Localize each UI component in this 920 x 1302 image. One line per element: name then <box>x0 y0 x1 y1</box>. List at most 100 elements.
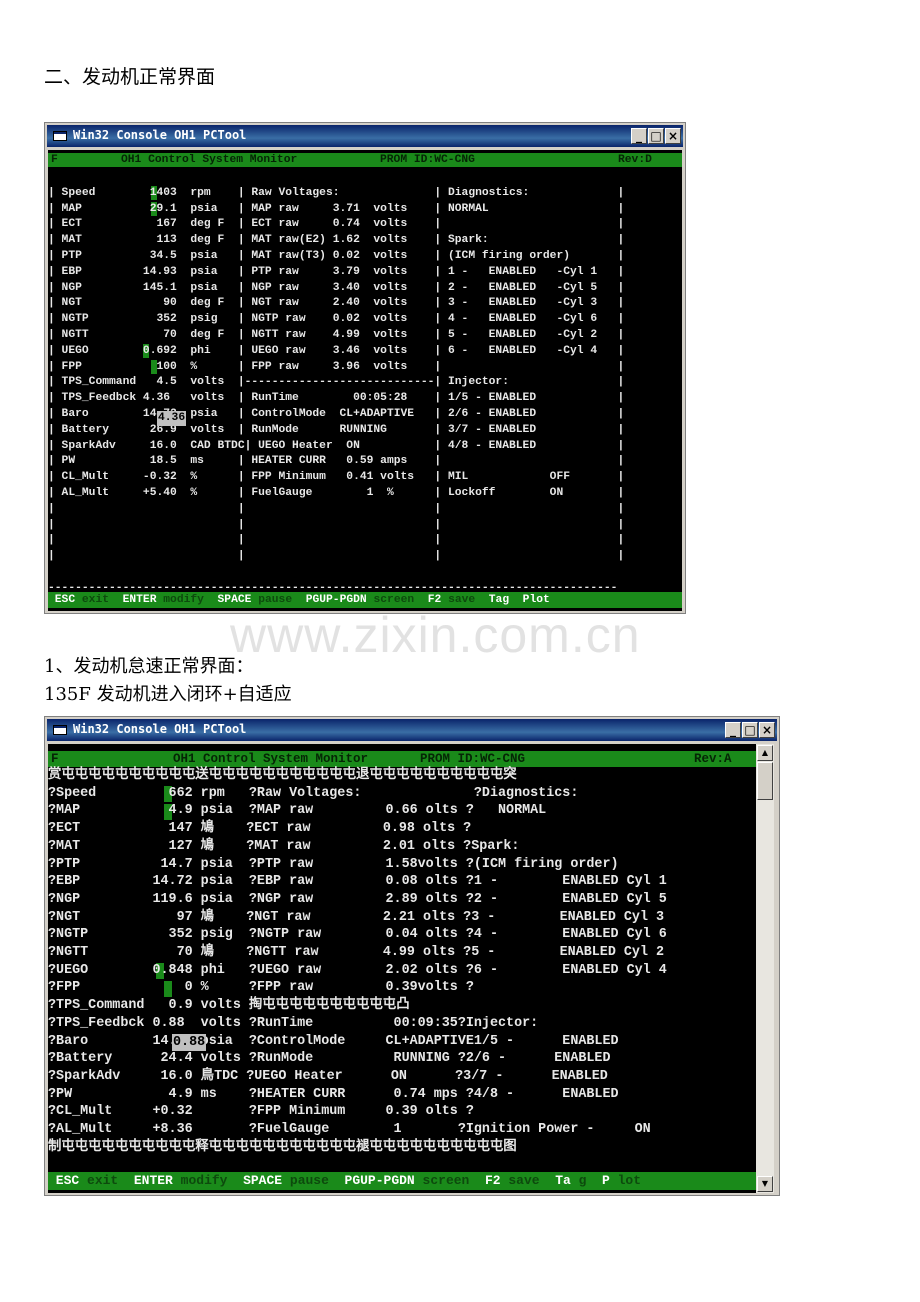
terminal-line: | ECT 167 deg F | ECT raw 0.74 volts | | <box>48 218 625 231</box>
function-key-description: exit <box>79 1173 119 1188</box>
console-app-icon <box>53 131 67 141</box>
terminal-line: ?CL_Mult +0.32 ?FPP Minimum 0.39 olts ? <box>48 1104 474 1120</box>
terminal-line: ?MAT 127 鳩 ?MAT raw 2.01 olts ?Spark: <box>48 838 520 854</box>
header-status-bar: F OH1 Control System Monitor PROM ID:WC-… <box>48 751 756 767</box>
terminal-line: 制屯屯屯屯屯屯屯屯屯屯释屯屯屯屯屯屯屯屯屯屯屯褪屯屯屯屯屯屯屯屯屯屯图 <box>48 1139 517 1155</box>
terminal-line: ?NGP 119.6 psia ?NGP raw 2.89 olts ?2 - … <box>48 891 667 907</box>
terminal-line: ?Battery 24.4 volts ?RunMode RUNNING ?2/… <box>48 1051 611 1067</box>
header-system-name: OH1 Control System Monitor <box>173 752 369 766</box>
function-key-description: lot <box>609 1173 642 1188</box>
terminal-line: | MAT 113 deg F | MAT raw(E2) 1.62 volts… <box>48 234 625 247</box>
terminal-line: | | | | <box>48 534 625 547</box>
function-key-label[interactable]: Plot <box>523 594 550 606</box>
terminal-line: ?AL_Mult +8.36 ?FuelGauge 1 ?Ignition Po… <box>48 1122 651 1138</box>
window-titlebar[interactable]: Win32 Console OH1 PCTool _ □ × <box>47 719 777 741</box>
scroll-up-button[interactable]: ▲ <box>757 745 773 761</box>
terminal-line: | NGTP 352 psig | NGTP raw 0.02 volts | … <box>48 313 625 326</box>
terminal-line: ?PW 4.9 ms ?HEATER CURR 0.74 mps ?4/8 - … <box>48 1086 619 1102</box>
terminal-line: ?EBP 14.72 psia ?EBP raw 0.08 olts ?1 - … <box>48 874 667 890</box>
terminal-line: | NGTT 70 deg F | NGTT raw 4.99 volts | … <box>48 328 625 341</box>
function-key-description: save <box>500 1173 540 1188</box>
tps-feedback-value-field[interactable]: 4.36 <box>157 411 187 426</box>
function-key-description: g <box>570 1173 587 1188</box>
terminal-line: ?NGTP 352 psig ?NGTP raw 0.04 olts ?4 - … <box>48 927 667 943</box>
terminal-line: ?MAP 4.9 psia ?MAP raw 0.66 olts ? NORMA… <box>48 803 547 819</box>
vertical-scrollbar[interactable]: ▲ ▼ <box>756 744 774 1193</box>
terminal-line: ?TPS_Feedbck 0.88 volts ?RunTime 00:09:3… <box>48 1015 539 1031</box>
terminal-line: | NGP 145.1 psia | NGP raw 3.40 volts | … <box>48 281 625 294</box>
window-titlebar[interactable]: Win32 Console OH1 PCTool _ □ × <box>47 125 683 147</box>
terminal-line: | PTP 34.5 psia | MAT raw(T3) 0.02 volts… <box>48 249 625 262</box>
scroll-thumb[interactable] <box>757 762 773 800</box>
header-revision: Rev:A <box>694 752 732 766</box>
terminal-line: | SparkAdv 16.0 CAD BTDC| UEGO Heater ON… <box>48 439 625 452</box>
terminal-line: | | | | <box>48 518 625 531</box>
window-title: Win32 Console OH1 PCTool <box>73 128 247 142</box>
header-prom-id: PROM ID:WC-CNG <box>380 154 475 166</box>
section-heading-idle-interface: 1、发动机怠速正常界面： <box>44 656 254 677</box>
function-key-description: exit <box>75 594 110 606</box>
maximize-button[interactable]: □ <box>648 128 664 144</box>
function-key-description: screen <box>414 1173 470 1188</box>
header-revision: Rev:D <box>618 154 652 166</box>
terminal-line: ?FPP 0 % ?FPP raw 0.39volts ? <box>48 980 474 996</box>
terminal-line: ?Speed 662 rpm ?Raw Voltages: ?Diagnosti… <box>48 785 579 801</box>
terminal-line: ?NGT 97 鳩 ?NGT raw 2.21 olts ?3 - ENABLE… <box>48 909 665 925</box>
minimize-button[interactable]: _ <box>631 128 647 144</box>
function-key-label[interactable]: Ta <box>555 1173 571 1188</box>
terminal-line: | MAP 29.1 psia | MAP raw 3.71 volts | N… <box>48 202 625 215</box>
terminal-line: | CL_Mult -0.32 % | FPP Minimum 0.41 vol… <box>48 471 625 484</box>
terminal-line: 赏屯屯屯屯屯屯屯屯屯屯送屯屯屯屯屯屯屯屯屯屯屯退屯屯屯屯屯屯屯屯屯屯突 <box>48 768 517 783</box>
close-button[interactable]: × <box>665 128 681 144</box>
close-button[interactable]: × <box>759 722 775 738</box>
function-key-label[interactable]: F2 <box>428 594 442 606</box>
console-app-icon <box>53 725 67 735</box>
function-key-label[interactable]: ESC <box>48 594 75 606</box>
maximize-button[interactable]: □ <box>742 722 758 738</box>
terminal-line: | FPP 100 % | FPP raw 3.96 volts | | <box>48 360 625 373</box>
function-key-label[interactable]: SPACE <box>243 1173 282 1188</box>
function-key-label[interactable]: P <box>602 1173 610 1188</box>
header-f-label: F <box>51 752 59 766</box>
header-status-bar: F OH1 Control System Monitor PROM ID:WC-… <box>48 153 682 167</box>
section-subheading-closed-loop: 135F 发动机进入闭环+自适应 <box>44 684 292 705</box>
function-key-label[interactable]: PGUP-PGDN <box>345 1173 415 1188</box>
header-f-label: F <box>51 154 58 166</box>
function-key-description: modify <box>172 1173 228 1188</box>
console-screen[interactable]: F OH1 Control System Monitor PROM ID:WC-… <box>48 150 682 611</box>
function-key-bar: ESC exit ENTER modify SPACE pause PGUP-P… <box>48 1172 756 1190</box>
terminal-line: ?ECT 147 鳩 ?ECT raw 0.98 olts ? <box>48 821 472 837</box>
terminal-line: ?Baro 14.72 psia ?ControlMode CL+ADAPTIV… <box>48 1033 619 1049</box>
terminal-line: | TPS_Command 4.5 volts |---------------… <box>48 376 625 389</box>
scroll-down-button[interactable]: ▼ <box>757 1176 773 1192</box>
function-key-label[interactable]: ENTER <box>123 594 157 606</box>
function-key-label[interactable]: SPACE <box>218 594 252 606</box>
section-heading-normal-interface: 二、发动机正常界面 <box>44 66 216 88</box>
function-key-label[interactable]: ENTER <box>134 1173 173 1188</box>
watermark-text: www.zixin.com.cn <box>230 607 641 663</box>
console-window-2: Win32 Console OH1 PCTool _ □ × F OH1 Con… <box>44 716 780 1196</box>
function-key-bar: ESC exit ENTER modify SPACE pause PGUP-P… <box>48 592 682 608</box>
function-key-label[interactable]: F2 <box>485 1173 501 1188</box>
monitor-readout: 赏屯屯屯屯屯屯屯屯屯屯送屯屯屯屯屯屯屯屯屯屯屯退屯屯屯屯屯屯屯屯屯屯突 ?Spee… <box>48 767 756 1156</box>
terminal-line: ?NGTT 70 鳩 ?NGTT raw 4.99 olts ?5 - ENAB… <box>48 945 665 961</box>
function-key-label[interactable]: PGUP-PGDN <box>306 594 367 606</box>
function-key-label[interactable]: Tag <box>489 594 509 606</box>
terminal-line: ?UEGO 0.848 phi ?UEGO raw 2.02 olts ?6 -… <box>48 962 667 978</box>
terminal-line: | AL_Mult +5.40 % | FuelGauge 1 % | Lock… <box>48 486 625 499</box>
minimize-button[interactable]: _ <box>725 722 741 738</box>
window-title: Win32 Console OH1 PCTool <box>73 722 247 736</box>
terminal-line: | PW 18.5 ms | HEATER CURR 0.59 amps | | <box>48 455 625 468</box>
terminal-line: | Battery 26.9 volts | RunMode RUNNING |… <box>48 423 625 436</box>
tps-feedback-value-field[interactable]: 0.88 <box>172 1034 207 1051</box>
terminal-line: | NGT 90 deg F | NGT raw 2.40 volts | 3 … <box>48 297 625 310</box>
header-system-name: OH1 Control System Monitor <box>121 154 298 166</box>
terminal-line: ?TPS_Command 0.9 volts 掏屯屯屯屯屯屯屯屯屯屯凸 <box>48 998 410 1014</box>
terminal-line: | TPS_Feedbck 4.36 volts | RunTime 00:05… <box>48 392 625 405</box>
console-screen[interactable]: F OH1 Control System Monitor PROM ID:WC-… <box>48 744 756 1193</box>
terminal-line: | EBP 14.93 psia | PTP raw 3.79 volts | … <box>48 265 625 278</box>
function-key-label[interactable]: ESC <box>48 1173 79 1188</box>
terminal-line: | Baro 14.72 psia | ControlMode CL+ADAPT… <box>48 407 625 420</box>
